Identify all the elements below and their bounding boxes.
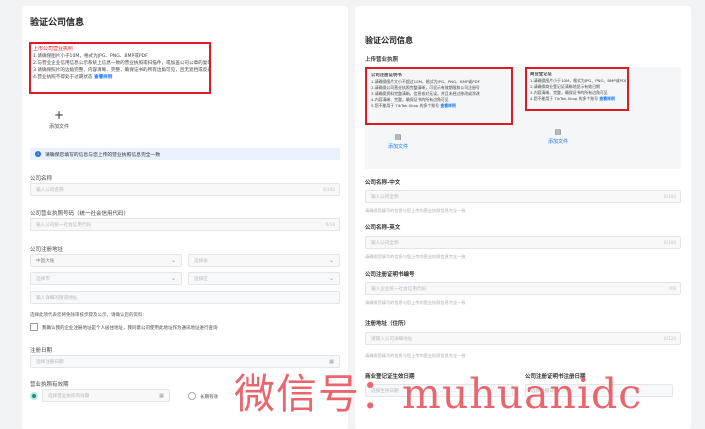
wechat-watermark: 微信号：muhuanidc bbox=[234, 370, 643, 418]
country-value: 中国大陆 bbox=[36, 259, 55, 264]
company-name-en-label: 公司名称-英文 bbox=[365, 225, 401, 231]
address-label: 公司注册地址 bbox=[30, 247, 64, 253]
address-notice: 选择此项代表您将免除审核步骤及公示，请确认您的资料： bbox=[30, 313, 147, 318]
company-name-cn-input[interactable]: 输入公司全称 0/100 bbox=[365, 190, 681, 203]
file-icon: ▤ bbox=[394, 133, 402, 141]
checkbox-label: 我确认我的企业注册地址是个人居住地址，我同意公司使用此地址作为通讯地址进行查询 bbox=[42, 326, 218, 331]
street-address-placeholder: 输入详细的街道地址 bbox=[36, 296, 78, 301]
info-text: 请确保您填写的信息与您上传的营业执照信息完全一致 bbox=[45, 153, 161, 158]
license-section-title: 上传营业执照 bbox=[365, 57, 399, 63]
field-hint: 请确保您填写的信息与您上传的营业执照信息完全一致 bbox=[365, 300, 466, 305]
license-number-input[interactable]: 输入公司统一社会信用代码 0/18 bbox=[30, 218, 340, 231]
long-term-radio[interactable] bbox=[188, 392, 196, 400]
requirement-line: 3.请确保照片的边角完整，内容清晰、完整，确保证书的所有边角可见，且无遮挡或反光 bbox=[33, 68, 209, 73]
long-term-label: 长期有效 bbox=[200, 395, 218, 400]
field-hint: 请确保您填写的信息与您上传的营业执照信息完全一致 bbox=[365, 254, 466, 259]
license-section-title: 上市公司营业执照 bbox=[33, 46, 74, 52]
requirement-line: 1.请确保图片小于10M，格式为JPG、PNG、BMP或PDF bbox=[33, 54, 148, 59]
view-sample-link[interactable]: 查看样例 bbox=[440, 103, 456, 108]
chevron-down-icon: ⌄ bbox=[170, 275, 176, 282]
registration-date-label: 注册日期 bbox=[30, 348, 53, 354]
company-name-input[interactable]: 输入公司名称 0/100 bbox=[30, 183, 340, 196]
add-file-label: 添加文件 bbox=[547, 139, 568, 145]
chevron-down-icon: ⌄ bbox=[328, 275, 334, 282]
file-icon: ▤ bbox=[554, 128, 562, 136]
page-title: 验证公司信息 bbox=[365, 36, 413, 45]
add-file-label: 添加文件 bbox=[387, 144, 408, 150]
requirement-text: 5.您不能用于 TikTok Shop 的多个账号 bbox=[371, 103, 440, 108]
requirement-text: 4.您不能用于 TikTok Shop 的多个账号 bbox=[530, 96, 599, 101]
validity-date-placeholder: 选择营业执照有效期 bbox=[48, 394, 90, 399]
calendar-icon: ▦ bbox=[159, 393, 164, 399]
char-counter: 0/8 bbox=[669, 286, 676, 291]
certificate-requirements: 公司注册证明书 1.请确保图片大小不超过10M，格式为JPG、PNG、BMP或P… bbox=[371, 73, 509, 109]
province-placeholder: 选择省 bbox=[194, 259, 208, 264]
requirement-line: 2.与营业企业信用信息公示系统上信息一致的营业执照或扫描件，或加盖公司公章的复印… bbox=[33, 61, 209, 66]
add-file-label: 添加文件 bbox=[48, 124, 69, 130]
requirement-text: 4.营业执照不得处于过期状态 bbox=[33, 75, 93, 80]
registered-address-placeholder: 请输入公司详细地址 bbox=[371, 337, 413, 342]
company-name-cn-placeholder: 输入公司全称 bbox=[371, 195, 399, 200]
view-sample-link[interactable]: 查看样例 bbox=[94, 75, 112, 80]
field-hint: 请确保您填写的信息与您上传的营业执照信息完全一致 bbox=[365, 353, 466, 358]
country-select[interactable]: 中国大陆 ⌄ bbox=[30, 254, 182, 267]
city-select[interactable]: 选择市 ⌄ bbox=[30, 272, 182, 285]
license-number-label: 公司营业执照号码（统一社会信用代码） bbox=[30, 211, 130, 217]
add-file-button[interactable]: ▤ 添加文件 bbox=[381, 133, 415, 150]
city-placeholder: 选择市 bbox=[36, 277, 50, 282]
validity-radio-selected[interactable] bbox=[30, 392, 38, 400]
license-number-placeholder: 输入公司统一社会信用代码 bbox=[36, 223, 92, 228]
company-name-cn-label: 公司名称-中文 bbox=[365, 180, 401, 186]
license-requirements: 上市公司营业执照 1.请确保图片小于10M，格式为JPG、PNG、BMP或PDF… bbox=[33, 46, 209, 81]
chevron-down-icon: ⌄ bbox=[170, 257, 176, 264]
requirement-line: 4.您不能用于 TikTok Shop 的多个账号 查看样例 bbox=[530, 96, 626, 102]
company-name-en-placeholder: 输入公司全称 bbox=[371, 241, 399, 246]
view-sample-link[interactable]: 查看样例 bbox=[599, 96, 615, 101]
company-name-en-input[interactable]: 输入公司全称 0/100 bbox=[365, 236, 681, 249]
char-counter: 0/18 bbox=[325, 222, 335, 227]
company-name-placeholder: 输入公司名称 bbox=[36, 188, 64, 193]
requirement-line: 4.营业执照不得处于过期状态 查看样例 bbox=[33, 74, 209, 81]
home-address-checkbox[interactable] bbox=[30, 323, 38, 331]
registration-number-label: 公司注册证明书编号 bbox=[365, 272, 415, 278]
province-select[interactable]: 选择省 ⌄ bbox=[188, 254, 340, 267]
info-banner: i 请确保您填写的信息与您上传的营业执照信息完全一致 bbox=[30, 148, 340, 160]
validity-label: 营业执照有效期 bbox=[30, 382, 69, 388]
page-title: 验证公司信息 bbox=[30, 18, 85, 28]
registration-number-input[interactable]: 输入企业统一社会信用代码 0/8 bbox=[365, 282, 681, 295]
plus-icon: + bbox=[53, 108, 65, 122]
street-address-input[interactable]: 输入详细的街道地址 bbox=[30, 291, 340, 304]
validity-date-input[interactable]: 选择营业执照有效期 ▦ bbox=[42, 389, 170, 402]
registered-address-label: 注册地址（住所） bbox=[365, 321, 410, 327]
field-hint: 请确保您填写的信息与您上传的营业执照信息完全一致 bbox=[365, 208, 466, 213]
brc-requirements: 商业登记证 1.请确保图片小于10M，格式为JPG、PNG、BMP或PDF 2.… bbox=[530, 72, 626, 102]
chevron-down-icon: ⌄ bbox=[328, 257, 334, 264]
add-file-button[interactable]: + 添加文件 bbox=[44, 109, 74, 130]
add-file-button[interactable]: ▤ 添加文件 bbox=[541, 128, 575, 145]
char-counter: 0/100 bbox=[322, 187, 335, 192]
district-select[interactable]: 选择区 ⌄ bbox=[188, 272, 340, 285]
info-icon: i bbox=[35, 151, 41, 157]
char-counter: 0/100 bbox=[663, 194, 676, 199]
registration-date-placeholder: 选择注册日期 bbox=[36, 360, 64, 365]
registration-number-placeholder: 输入企业统一社会信用代码 bbox=[371, 287, 427, 292]
registered-address-input[interactable]: 请输入公司详细地址 0/120 bbox=[365, 332, 681, 345]
district-placeholder: 选择区 bbox=[194, 277, 208, 282]
requirement-line: 5.您不能用于 TikTok Shop 的多个账号 查看样例 bbox=[371, 103, 509, 109]
char-counter: 0/100 bbox=[663, 240, 676, 245]
company-name-label: 公司名称 bbox=[30, 176, 53, 182]
char-counter: 0/120 bbox=[663, 336, 676, 341]
